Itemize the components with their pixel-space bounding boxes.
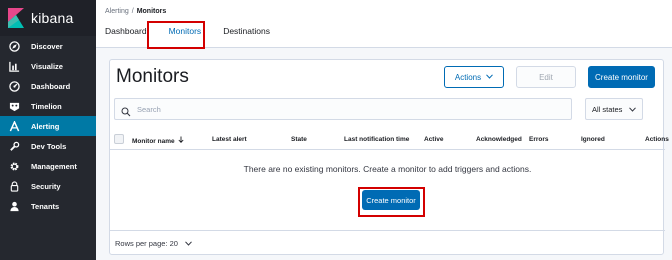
column-header-ignored[interactable]: Ignored (581, 136, 605, 143)
tab-destinations[interactable]: Destinations (223, 26, 270, 36)
create-monitor-label: Create monitor (366, 195, 416, 205)
chevron-down-icon (185, 241, 192, 248)
sidebar-item-label: Dev Tools (31, 141, 67, 151)
user-icon (8, 200, 20, 212)
empty-state-create-monitor-button[interactable]: Create monitor (362, 190, 420, 210)
rows-per-page-label: Rows per page: 20 (115, 239, 178, 248)
column-header-active[interactable]: Active (424, 136, 444, 143)
tab-bar: Dashboard Monitors Destinations (105, 26, 292, 36)
sidebar-item-label: Security (31, 181, 61, 191)
sidebar-item-label: Tenants (31, 201, 60, 211)
column-header-state[interactable]: State (291, 136, 307, 143)
lock-icon (8, 180, 20, 192)
sidebar-item-visualize[interactable]: Visualize (0, 56, 96, 76)
column-label: Monitor name (132, 138, 175, 145)
state-filter-select[interactable]: All states (585, 98, 643, 120)
table-header: Monitor name Latest alert State Last not… (110, 130, 669, 150)
sidebar-item-dev-tools[interactable]: Dev Tools (0, 136, 96, 156)
gear-icon (8, 160, 20, 172)
page-header: Alerting / Monitors Dashboard Monitors Des… (96, 0, 672, 48)
compass-icon (8, 40, 20, 52)
sidebar-item-timelion[interactable]: Timelion (0, 96, 96, 116)
wrench-icon (8, 140, 20, 152)
sidebar-item-label: Discover (31, 41, 63, 51)
sidebar-item-label: Alerting (31, 121, 60, 131)
breadcrumb-parent[interactable]: Alerting (105, 8, 129, 15)
kibana-logo-icon (7, 8, 25, 28)
create-monitor-button[interactable]: Create monitor (588, 66, 655, 88)
tab-monitors[interactable]: Monitors (169, 26, 202, 36)
table-footer: Rows per page: 20 (110, 230, 665, 256)
rows-per-page-button[interactable]: Rows per page: 20 (115, 239, 192, 248)
sidebar-item-management[interactable]: Management (0, 156, 96, 176)
app-name: kibana (31, 10, 74, 26)
state-filter-value: All states (592, 104, 623, 114)
chevron-down-icon (629, 105, 636, 114)
sidebar-item-discover[interactable]: Discover (0, 36, 96, 56)
sidebar-item-alerting[interactable]: Alerting (0, 116, 96, 136)
breadcrumb-separator: / (131, 8, 134, 15)
chevron-down-icon (486, 73, 493, 81)
column-header-errors[interactable]: Errors (529, 136, 549, 143)
sidebar: kibana Discover Visualize Dashboard Time… (0, 0, 96, 260)
column-header-acknowledged[interactable]: Acknowledged (476, 136, 522, 143)
select-all-checkbox[interactable] (114, 134, 124, 144)
page-title: Monitors (116, 66, 189, 87)
sidebar-item-label: Visualize (31, 61, 63, 71)
dashboard-icon (8, 80, 20, 92)
sidebar-item-tenants[interactable]: Tenants (0, 196, 96, 216)
actions-button[interactable]: Actions (444, 66, 504, 88)
bar-chart-icon (8, 60, 20, 72)
tab-dashboard[interactable]: Dashboard (105, 26, 147, 36)
breadcrumb: Alerting / Monitors (105, 8, 166, 15)
breadcrumb-current: Monitors (136, 8, 167, 15)
sidebar-item-label: Management (31, 161, 77, 171)
sidebar-item-security[interactable]: Security (0, 176, 96, 196)
sidebar-item-label: Timelion (31, 101, 62, 111)
kibana-logo[interactable]: kibana (0, 0, 96, 36)
edit-label: Edit (539, 72, 553, 82)
sort-arrow-down-icon (178, 136, 184, 145)
sidebar-nav: Discover Visualize Dashboard Timelion Al… (0, 36, 96, 216)
search-icon (121, 104, 131, 117)
search-field[interactable] (114, 98, 572, 120)
alerting-icon (8, 120, 20, 132)
timelion-icon (8, 100, 20, 112)
create-monitor-label: Create monitor (595, 72, 648, 82)
column-header-actions: Actions (645, 136, 669, 143)
column-header-latest-alert[interactable]: Latest alert (212, 136, 247, 143)
column-header-monitor-name[interactable]: Monitor name (132, 136, 184, 145)
monitors-panel: Monitors Actions Edit Create monitor All… (109, 59, 669, 256)
column-header-last-notification-time[interactable]: Last notification time (344, 136, 409, 143)
sidebar-item-dashboard[interactable]: Dashboard (0, 76, 96, 96)
search-input[interactable] (137, 104, 571, 114)
actions-label: Actions (454, 72, 482, 82)
empty-state-message: There are no existing monitors. Create a… (243, 164, 532, 174)
sidebar-item-label: Dashboard (31, 81, 71, 91)
edit-button[interactable]: Edit (516, 66, 576, 88)
